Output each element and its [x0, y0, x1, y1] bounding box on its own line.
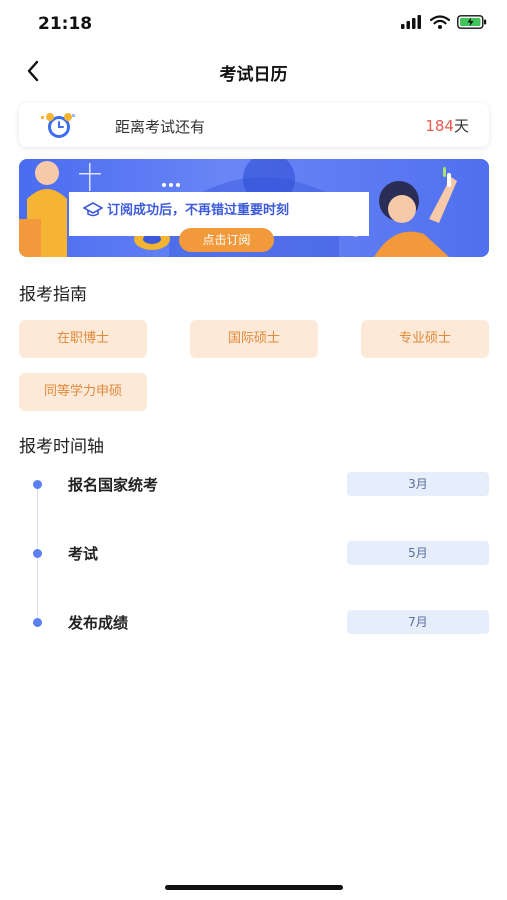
signal-icon	[401, 15, 421, 29]
timeline-dot	[33, 618, 42, 627]
guide-chip-international-master[interactable]: 国际硕士	[190, 320, 318, 358]
status-time: 21:18	[38, 14, 93, 34]
timeline-section-title: 报考时间轴	[19, 437, 104, 457]
subscribe-banner[interactable]: 订阅成功后，不再错过重要时刻 点击订阅	[19, 159, 489, 257]
home-indicator[interactable]	[165, 885, 343, 890]
subscribe-button[interactable]: 点击订阅	[179, 228, 274, 252]
status-icons	[401, 15, 487, 29]
countdown-value: 184天	[425, 115, 469, 136]
timeline-item-label: 报名国家统考	[68, 476, 159, 494]
navigation-bar: 考试日历	[0, 48, 507, 94]
status-bar: 21:18	[0, 0, 507, 48]
timeline-item-label: 发布成绩	[68, 614, 129, 632]
wifi-icon	[430, 15, 450, 29]
battery-icon	[457, 15, 487, 29]
timeline-item-label: 考试	[68, 545, 99, 563]
alarm-clock-icon	[41, 113, 75, 138]
countdown-label: 距离考试还有	[115, 118, 206, 136]
guide-chip-phd-in-service[interactable]: 在职博士	[19, 320, 147, 358]
guide-chip-equivalent-degree[interactable]: 同等学力申硕	[19, 373, 147, 411]
timeline-item-month: 5月	[347, 541, 489, 565]
countdown-unit: 天	[453, 117, 469, 135]
banner-text: 订阅成功后，不再错过重要时刻	[107, 203, 290, 218]
hat-icon	[83, 202, 103, 217]
timeline-item-month: 7月	[347, 610, 489, 634]
page-title: 考试日历	[219, 65, 288, 85]
timeline-dot	[33, 480, 42, 489]
exam-countdown-card: 距离考试还有 184天	[19, 103, 489, 147]
timeline-item-month: 3月	[347, 472, 489, 496]
timeline-dot	[33, 549, 42, 558]
countdown-days: 184	[425, 117, 454, 135]
guide-section-title: 报考指南	[19, 285, 87, 305]
guide-chip-professional-master[interactable]: 专业硕士	[361, 320, 489, 358]
